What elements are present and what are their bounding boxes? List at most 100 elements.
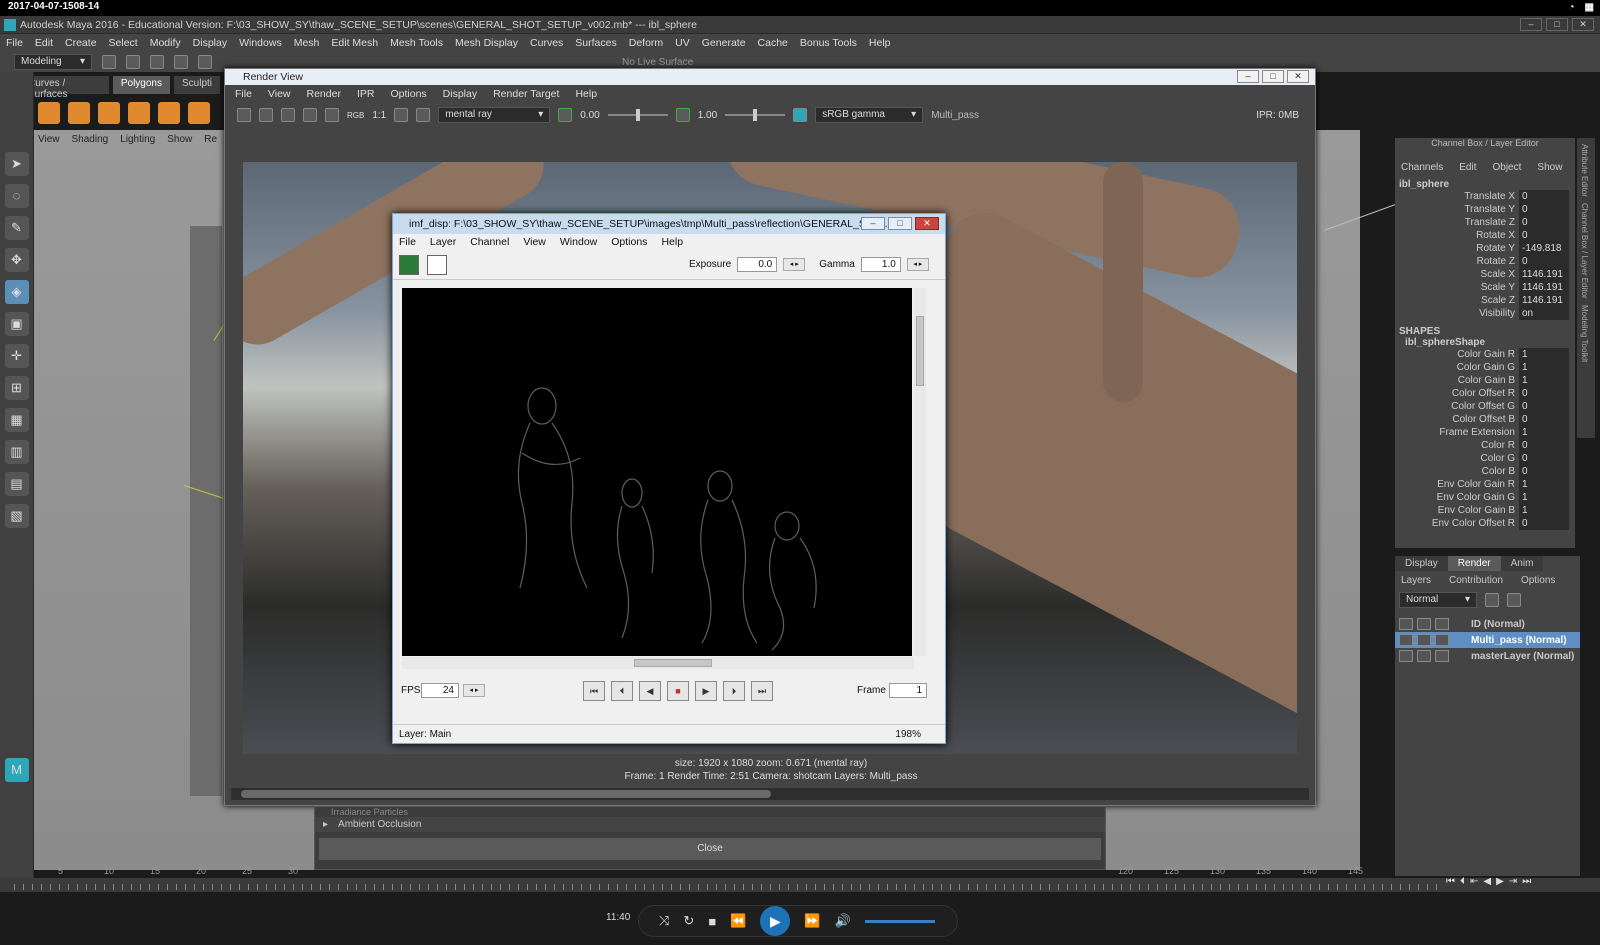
attribute-row[interactable]: Rotate Z 0 (1395, 255, 1575, 268)
rgb-icon[interactable]: RGB (347, 111, 364, 120)
zoom-icon[interactable] (416, 108, 431, 122)
rv-menu-view[interactable]: View (268, 88, 291, 100)
imf-menu-layer[interactable]: Layer (430, 236, 456, 248)
layout-four-icon[interactable]: ▦ (4, 408, 29, 432)
blend-mode-dropdown[interactable]: Normal ▾ (1399, 592, 1477, 608)
alpha-channel-icon[interactable] (427, 255, 447, 275)
attribute-row[interactable]: Env Color Gain R 1 (1395, 478, 1575, 491)
attribute-row[interactable]: Color Offset R 0 (1395, 387, 1575, 400)
menu-item-mesh-display[interactable]: Mesh Display (455, 37, 518, 49)
rv-close-button[interactable]: ✕ (1287, 70, 1309, 83)
imf-menu-channel[interactable]: Channel (470, 236, 509, 248)
render-layer-row[interactable]: Multi_pass (Normal) (1395, 632, 1580, 648)
attribute-value[interactable]: 0 (1519, 517, 1569, 530)
recycle-icon[interactable] (1417, 634, 1431, 646)
menu-item-display[interactable]: Display (193, 37, 227, 49)
gamma-slider[interactable] (725, 109, 786, 121)
color-space-dropdown[interactable]: sRGB gamma ▾ (815, 107, 924, 123)
attribute-value[interactable]: 1 (1519, 478, 1569, 491)
step-forward-button[interactable]: ⏵ (723, 681, 745, 701)
menu-item-curves[interactable]: Curves (530, 37, 563, 49)
play-back-button[interactable]: ◀ (639, 681, 661, 701)
imf-minimize-button[interactable]: – (861, 217, 885, 230)
play-forward-button[interactable]: ▶ (695, 681, 717, 701)
imf-horizontal-scrollbar[interactable] (402, 657, 914, 669)
recycle-icon[interactable] (1417, 618, 1431, 630)
attribute-row[interactable]: Translate Z 0 (1395, 216, 1575, 229)
attribute-value[interactable]: 1146.191 (1519, 268, 1569, 281)
menu-item-windows[interactable]: Windows (239, 37, 282, 49)
menu-item-modify[interactable]: Modify (150, 37, 181, 49)
gamma-input[interactable]: 1.0 (860, 257, 901, 272)
new-layer-selected-icon[interactable] (1507, 593, 1521, 607)
attribute-row[interactable]: Color Gain B 1 (1395, 374, 1575, 387)
render-view-scrollbar[interactable] (231, 788, 1309, 800)
attribute-row[interactable]: Scale Y 1146.191 (1395, 281, 1575, 294)
ratio-button[interactable]: 1:1 (372, 110, 386, 121)
exposure-slider[interactable] (607, 109, 668, 121)
undo-icon[interactable] (174, 55, 188, 69)
exposure-value[interactable]: 0.00 (580, 110, 599, 121)
attribute-value[interactable]: 1146.191 (1519, 281, 1569, 294)
scale-tool-icon[interactable]: ▣ (4, 312, 29, 336)
side-tab-2[interactable]: Modeling Toolkit (1580, 305, 1589, 362)
imf-maximize-button[interactable]: □ (888, 217, 912, 230)
new-scene-icon[interactable] (102, 55, 116, 69)
attribute-row[interactable]: Color G 0 (1395, 452, 1575, 465)
layer-settings-icon[interactable] (1435, 634, 1449, 646)
imf-menu-view[interactable]: View (523, 236, 546, 248)
renderer-dropdown[interactable]: mental ray ▾ (438, 107, 551, 123)
new-layer-icon[interactable] (1485, 593, 1499, 607)
rewind-icon[interactable]: ⏪ (730, 913, 746, 929)
last-frame-button[interactable]: ⏭ (751, 681, 773, 701)
attribute-value[interactable]: 0 (1519, 229, 1569, 242)
imf-close-button[interactable]: ✕ (915, 217, 939, 230)
attribute-value[interactable]: 0 (1519, 413, 1569, 426)
menu-item-cache[interactable]: Cache (758, 37, 788, 49)
layer-settings-icon[interactable] (1435, 650, 1449, 662)
shuffle-icon[interactable]: ⤨ (659, 913, 669, 929)
attribute-value[interactable]: on (1519, 307, 1569, 320)
render-region-icon[interactable] (259, 108, 273, 122)
poly-sphere-icon[interactable] (38, 102, 60, 124)
attribute-row[interactable]: Visibility on (1395, 307, 1575, 320)
rv-menu-render-target[interactable]: Render Target (493, 88, 559, 100)
cb-tab-edit[interactable]: Edit (1459, 162, 1476, 173)
gamma-toggle-icon[interactable] (675, 108, 690, 122)
attribute-row[interactable]: Translate Y 0 (1395, 203, 1575, 216)
attribute-row[interactable]: Scale X 1146.191 (1395, 268, 1575, 281)
poly-cube-icon[interactable] (68, 102, 90, 124)
layer-settings-icon[interactable] (1435, 618, 1449, 630)
exposure-spinner[interactable]: ◂ ▸ (783, 258, 806, 271)
close-button[interactable]: Close (319, 838, 1101, 860)
select-tool-icon[interactable]: ➤ (4, 152, 29, 176)
imf-menu-file[interactable]: File (399, 236, 416, 248)
rv-menu-display[interactable]: Display (443, 88, 477, 100)
menu-item-uv[interactable]: UV (675, 37, 690, 49)
go-start-icon[interactable]: ⏮ (1446, 876, 1455, 892)
menu-item-deform[interactable]: Deform (629, 37, 663, 49)
frame-input[interactable]: 1 (889, 683, 927, 698)
attribute-value[interactable]: 1146.191 (1519, 294, 1569, 307)
exposure-input[interactable]: 0.0 (737, 257, 778, 272)
irradiance-section[interactable]: Irradiance Particles (315, 807, 1105, 817)
le-tab-anim[interactable]: Anim (1500, 556, 1544, 571)
exposure-toggle-icon[interactable] (558, 108, 573, 122)
universal-manip-icon[interactable]: ✛ (4, 344, 29, 368)
attribute-row[interactable]: Rotate X 0 (1395, 229, 1575, 242)
render-layer-row[interactable]: masterLayer (Normal) (1395, 648, 1580, 664)
close-button[interactable]: ✕ (1572, 18, 1594, 31)
poly-cylinder-icon[interactable] (98, 102, 120, 124)
play-forward-icon[interactable]: ▶ (1496, 876, 1504, 892)
attribute-value[interactable]: 0 (1519, 400, 1569, 413)
attribute-row[interactable]: Translate X 0 (1395, 190, 1575, 203)
attribute-row[interactable]: Env Color Gain G 1 (1395, 491, 1575, 504)
play-icon[interactable]: ▶ (760, 906, 791, 936)
rv-menu-render[interactable]: Render (307, 88, 341, 100)
le-tab-display[interactable]: Display (1395, 556, 1448, 571)
attribute-row[interactable]: Color R 0 (1395, 439, 1575, 452)
go-end-icon[interactable]: ⏭ (1522, 876, 1531, 892)
menu-item-surfaces[interactable]: Surfaces (575, 37, 616, 49)
cb-tab-show[interactable]: Show (1537, 162, 1562, 173)
step-back-icon[interactable]: ⏴ (1460, 876, 1465, 892)
